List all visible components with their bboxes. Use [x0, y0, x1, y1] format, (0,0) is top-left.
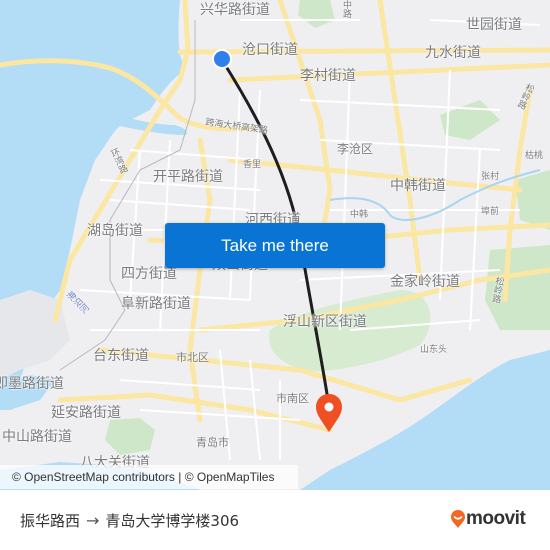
district-label: 台东街道	[93, 348, 149, 364]
take-me-there-button[interactable]: Take me there	[165, 223, 385, 268]
fushan-park	[269, 290, 431, 372]
place-label: 香里	[243, 160, 262, 170]
map[interactable]: 兴华路街道 沧口街道 世园街道 九水街道 李村街道 开平路街道 中韩街道 河西街…	[0, 0, 550, 490]
district-label: 阜新路街道	[121, 296, 191, 312]
moovit-logo[interactable]: moovit	[450, 508, 526, 530]
origin-marker[interactable]	[212, 49, 232, 69]
district-label: 即墨路街道	[0, 376, 64, 392]
place-label: 青岛市	[196, 436, 229, 449]
place-label: 中韩	[350, 210, 369, 220]
district-label: 世园街道	[466, 17, 522, 33]
route-summary: 振华路西 → 青岛大学博学楼306	[20, 510, 239, 531]
district-label: 延安路街道	[51, 405, 121, 421]
place-label: 枯桃	[525, 151, 544, 161]
map-attribution[interactable]: © OpenStreetMap contributors | © OpenMap…	[0, 465, 298, 489]
district-label: 九水街道	[425, 45, 481, 61]
attribution-text[interactable]: © OpenStreetMap contributors | © OpenMap…	[12, 470, 274, 484]
yellow-sea	[300, 350, 550, 490]
park	[105, 418, 155, 455]
district-label: 兴华路街道	[200, 2, 270, 18]
destination-name: 青岛大学博学楼306	[105, 512, 240, 530]
district-label: 李村街道	[300, 68, 356, 84]
district-label: 浮山新区街道	[283, 314, 367, 330]
district-label: 沧口街道	[242, 42, 298, 58]
park	[298, 0, 335, 28]
place-label: 埠前	[481, 207, 500, 217]
district-label: 中山路街道	[2, 429, 72, 445]
moovit-pin-icon	[451, 510, 465, 528]
road-label: 中路	[341, 0, 351, 18]
district-label: 开平路街道	[153, 169, 223, 185]
place-label: 山东头	[420, 345, 448, 355]
moovit-wordmark: moovit	[466, 508, 526, 529]
place-label: 市北区	[176, 351, 209, 364]
park	[515, 170, 550, 230]
district-label: 四方街道	[121, 266, 177, 282]
district-label: 湖岛街道	[87, 223, 143, 239]
origin-name: 振华路西	[20, 512, 81, 530]
destination-marker-dot	[324, 402, 334, 412]
arrow-right-icon: →	[86, 511, 100, 530]
place-label: 市南区	[276, 392, 309, 405]
place-label: 李沧区	[337, 142, 374, 156]
place-label: 张村	[481, 172, 500, 182]
district-label: 金家岭街道	[390, 274, 460, 290]
district-label: 中韩街道	[390, 178, 446, 194]
